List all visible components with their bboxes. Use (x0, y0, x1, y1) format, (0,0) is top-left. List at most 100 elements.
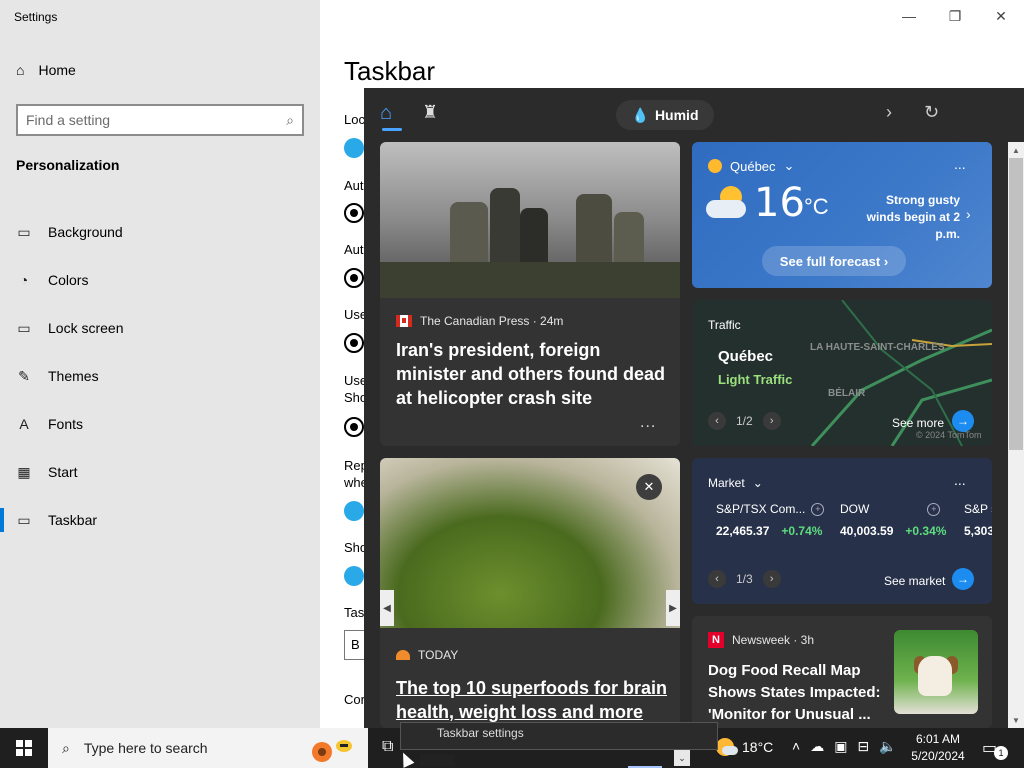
taskbar-icon: ▭ (17, 511, 31, 528)
close-button[interactable]: ✕ (978, 0, 1024, 32)
news-headline[interactable]: The top 10 superfoods for brain health, … (396, 676, 672, 724)
chevron-left-icon[interactable]: ◀ (380, 590, 394, 626)
stock-name: DOW (840, 502, 870, 516)
toggle-switch[interactable] (344, 138, 364, 158)
chevron-up-icon[interactable]: ˄ (792, 738, 800, 755)
chevron-right-icon[interactable]: › (886, 102, 892, 123)
image-icon: ▭ (17, 223, 31, 240)
arrow-right-icon[interactable]: → (952, 568, 974, 590)
add-icon[interactable]: + (811, 502, 825, 516)
taskbar-weather-button[interactable]: 18°C (716, 738, 773, 756)
search-icon[interactable]: ⌕ (286, 112, 294, 129)
weather-card[interactable]: Québec ⌄ ... 16 °C Strong gusty winds be… (692, 142, 992, 288)
news-thumbnail (894, 630, 978, 714)
stock-value: 40,003.59 (840, 524, 894, 538)
window-controls: — ❐ ✕ (886, 0, 1024, 32)
taskbar-location-dropdown[interactable]: B (344, 630, 366, 660)
stock-item[interactable]: DOW + 40,003.59 +0.34% (840, 502, 946, 538)
more-options-icon[interactable]: ... (954, 156, 966, 172)
find-setting-search-box[interactable]: Find a setting ⌕ (16, 104, 304, 136)
map-label: LA HAUTE-SAINT-CHARLES (810, 342, 945, 353)
action-center-icon[interactable]: ▭ 1 (982, 738, 1008, 760)
see-more-link[interactable]: See more (892, 416, 944, 430)
chevron-right-icon[interactable]: › (762, 412, 781, 430)
toggle-switch[interactable] (344, 566, 364, 586)
minimize-button[interactable]: — (886, 0, 932, 32)
search-placeholder: Find a setting (26, 112, 111, 128)
temperature-unit: °C (804, 194, 829, 219)
news-headline[interactable]: Dog Food Recall Map Shows States Impacte… (708, 660, 888, 726)
news-headline[interactable]: Iran's president, foreign minister and o… (396, 338, 672, 410)
task-view-icon[interactable]: ⧉ (382, 738, 393, 756)
sidebar-item-start[interactable]: ▦ Start (0, 448, 320, 496)
scroll-up-icon[interactable]: ▲ (1008, 142, 1024, 158)
news-card-iran[interactable]: The Canadian Press · 24m Iran's presiden… (380, 142, 680, 446)
market-label[interactable]: Market ⌄ (708, 476, 763, 490)
news-and-interests-panel: ⌂ ♜ 💧 Humid › ↻ The Canadian Press · 24m… (364, 88, 1024, 728)
stock-item[interactable]: S&P 5 5,303 (964, 502, 992, 538)
chevron-down-icon[interactable]: ⌄ (674, 750, 690, 766)
chevron-left-icon[interactable]: ‹ (708, 412, 726, 430)
refresh-icon[interactable]: ↻ (924, 102, 939, 123)
sidebar-item-colors[interactable]: ◔ Colors (0, 256, 320, 304)
more-options-icon[interactable]: ... (954, 472, 966, 488)
sidebar-item-lock-screen[interactable]: ▭ Lock screen (0, 304, 320, 352)
traffic-card[interactable]: Traffic Québec Light Traffic LA HAUTE-SA… (692, 300, 992, 446)
widgets-scrollbar[interactable]: ▲ ▼ (1008, 142, 1024, 728)
traffic-city: Québec (718, 348, 774, 365)
map-copyright: © 2024 TomTom (916, 430, 982, 440)
news-card-superfoods[interactable]: ✕ ◀ ▶ TODAY The top 10 superfoods for br… (380, 458, 680, 728)
weather-condition-pill[interactable]: 💧 Humid (616, 100, 714, 130)
sports-tab-icon[interactable]: ♜ (422, 102, 438, 123)
add-icon[interactable]: + (927, 502, 941, 516)
news-source-label: Newsweek · 3h (732, 633, 815, 647)
taskbar-clock[interactable]: 6:01 AM 5/20/2024 (906, 731, 970, 765)
sidebar-item-label: Lock screen (48, 320, 124, 336)
start-button[interactable] (0, 728, 48, 768)
market-pager: ‹ 1/3 › (708, 570, 781, 588)
onedrive-icon[interactable]: ☁ (810, 738, 824, 755)
setting-label: Loc (344, 112, 365, 127)
see-full-forecast-button[interactable]: See full forecast › (762, 246, 906, 276)
sidebar-item-fonts[interactable]: A Fonts (0, 400, 320, 448)
chevron-right-icon[interactable]: ▶ (666, 590, 680, 626)
home-tab-icon[interactable]: ⌂ (380, 102, 404, 131)
scroll-down-icon[interactable]: ▼ (1008, 712, 1024, 728)
home-nav-item[interactable]: ⌂ Home (16, 62, 76, 78)
toggle-switch[interactable] (344, 203, 364, 223)
pager-count: 1/2 (736, 414, 753, 428)
weather-alert[interactable]: Strong gusty winds begin at 2 p.m. (862, 192, 960, 243)
toggle-switch[interactable] (344, 268, 364, 288)
search-icon: ⌕ (62, 739, 70, 756)
chevron-left-icon[interactable]: ‹ (708, 570, 726, 588)
see-market-link[interactable]: See market (884, 574, 945, 588)
chevron-down-icon: ⌄ (752, 476, 763, 490)
stock-item[interactable]: S&P/TSX Com... + 22,465.37 +0.74% (716, 502, 825, 538)
chevron-right-icon[interactable]: › (966, 206, 971, 222)
sidebar-item-background[interactable]: ▭ Background (0, 208, 320, 256)
meet-now-icon[interactable]: ▣ (834, 738, 847, 755)
toggle-switch[interactable] (344, 501, 364, 521)
news-card-dog-food[interactable]: N Newsweek · 3h Dog Food Recall Map Show… (692, 616, 992, 728)
toggle-switch[interactable] (344, 333, 364, 353)
toggle-switch[interactable] (344, 417, 364, 437)
close-icon[interactable]: ✕ (636, 474, 662, 500)
stock-name: S&P/TSX Com... (716, 502, 806, 516)
arrow-right-icon[interactable]: → (952, 410, 974, 432)
chevron-right-icon[interactable]: › (762, 570, 781, 588)
see-full-forecast-label: See full forecast (779, 253, 881, 269)
market-card[interactable]: Market ⌄ ... S&P/TSX Com... + 22,465.37 +0… (692, 458, 992, 604)
sidebar-item-label: Taskbar (48, 512, 98, 528)
news-source: The Canadian Press · 24m (396, 314, 563, 328)
newsweek-logo-icon: N (708, 632, 724, 648)
more-options-icon[interactable]: ... (640, 414, 656, 432)
taskbar-search-box[interactable]: ⌕ Type here to search (48, 728, 368, 768)
setting-label: Aut (344, 178, 364, 193)
sidebar-item-taskbar[interactable]: ▭ Taskbar (0, 496, 320, 544)
network-icon[interactable]: ⊟ (857, 738, 869, 755)
maximize-button[interactable]: ❐ (932, 0, 978, 32)
volume-icon[interactable]: 🔈 (879, 738, 896, 755)
sidebar-item-themes[interactable]: ✎ Themes (0, 352, 320, 400)
scrollbar-thumb[interactable] (1009, 158, 1023, 450)
weather-location[interactable]: Québec ⌄ (708, 158, 794, 174)
